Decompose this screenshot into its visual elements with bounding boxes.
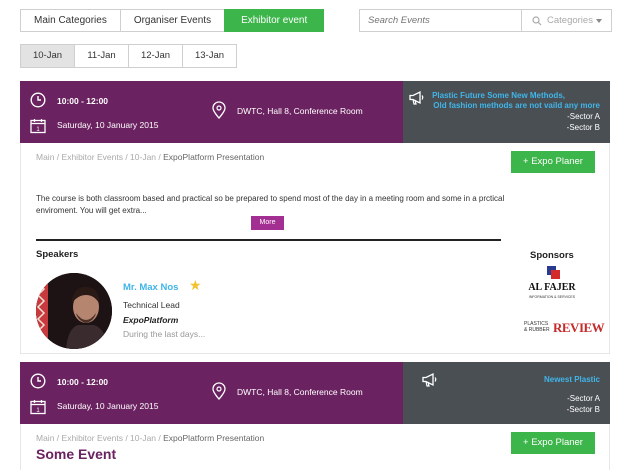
breadcrumb-day[interactable]: 10-Jan: [130, 152, 156, 162]
breadcrumb-exhibitor-events[interactable]: Exhibitor Events: [62, 152, 123, 162]
breadcrumb: Main / Exhibitor Events / 10-Jan / ExpoP…: [36, 152, 264, 162]
breadcrumb-separator: /: [122, 433, 131, 443]
sector-a: -Sector A: [567, 394, 600, 403]
more-button[interactable]: More: [251, 216, 284, 230]
event-title[interactable]: Some Event: [36, 446, 116, 462]
event-side-panel: Plastic Future Some New Methods, Old fas…: [403, 81, 610, 143]
speakers-heading: Speakers: [36, 249, 79, 260]
divider: [36, 239, 501, 241]
event-body: Main / Exhibitor Events / 10-Jan / ExpoP…: [20, 143, 610, 354]
breadcrumb-main[interactable]: Main: [36, 152, 54, 162]
event-header: 10:00 - 12:00 1 Saturday, 10 January 201…: [20, 362, 610, 424]
date-tab-11-jan[interactable]: 11-Jan: [74, 44, 129, 68]
sponsor-logo-al-fajer[interactable]: AL FAJER INFORMATION & SERVICES: [527, 266, 577, 302]
tab-organiser-events[interactable]: Organiser Events: [119, 9, 226, 32]
side-title-line-1: Plastic Future Some New Methods,: [432, 91, 565, 100]
event-location: DWTC, Hall 8, Conference Room: [237, 387, 363, 397]
breadcrumb-exhibitor-events[interactable]: Exhibitor Events: [62, 433, 123, 443]
breadcrumb: Main / Exhibitor Events / 10-Jan / ExpoP…: [36, 433, 264, 443]
tab-main-categories[interactable]: Main Categories: [20, 9, 121, 32]
breadcrumb-separator: /: [54, 152, 62, 162]
speaker-name[interactable]: Mr. Max Nos: [123, 282, 178, 293]
event-location: DWTC, Hall 8, Conference Room: [237, 106, 363, 116]
sponsor-name-line-2: & RUBBER: [524, 326, 550, 333]
megaphone-icon: [409, 90, 424, 105]
location-pin-icon: [212, 101, 226, 119]
breadcrumb-main[interactable]: Main: [36, 433, 54, 443]
breadcrumb-day[interactable]: 10-Jan: [130, 433, 156, 443]
location-pin-icon: [212, 382, 226, 400]
speaker-bio: During the last days...: [123, 329, 206, 339]
expo-planer-button[interactable]: + Expo Planer: [511, 432, 595, 454]
date-tab-13-jan[interactable]: 13-Jan: [182, 44, 237, 68]
breadcrumb-current: ExpoPlatform Presentation: [163, 152, 265, 162]
side-title-line-2: Old fashion methods are not vaild any mo…: [433, 101, 600, 110]
breadcrumb-current: ExpoPlatform Presentation: [163, 433, 265, 443]
megaphone-icon: [422, 372, 437, 387]
event-time: 10:00 - 12:00: [57, 377, 109, 387]
expo-planer-button[interactable]: + Expo Planer: [511, 151, 595, 173]
event-header: 10:00 - 12:00 1 Saturday, 10 January 201…: [20, 81, 610, 143]
event-date: Saturday, 10 January 2015: [57, 120, 159, 130]
event-description: The course is both classroom based and p…: [36, 194, 505, 215]
event-side-panel: Newest Plastic -Sector A -Sector B: [403, 362, 610, 424]
search-input[interactable]: [360, 10, 522, 31]
sector-b: -Sector B: [566, 123, 600, 132]
event-time: 10:00 - 12:00: [57, 96, 109, 106]
categories-label: Categories: [547, 15, 593, 26]
sector-b: -Sector B: [566, 405, 600, 414]
date-tab-12-jan[interactable]: 12-Jan: [128, 44, 183, 68]
avatar[interactable]: [36, 273, 112, 349]
sector-a: -Sector A: [567, 112, 600, 121]
speaker-role: Technical Lead: [123, 300, 180, 310]
date-tabs: 10-Jan 11-Jan 12-Jan 13-Jan: [20, 44, 237, 68]
speaker-organisation: ExpoPlatform: [123, 315, 179, 325]
sponsor-name-review: REVIEW: [553, 320, 605, 335]
date-tab-10-jan[interactable]: 10-Jan: [20, 44, 75, 68]
star-icon[interactable]: ★: [189, 277, 202, 294]
event-date: Saturday, 10 January 2015: [57, 401, 159, 411]
categories-select[interactable]: Categories: [522, 10, 611, 31]
breadcrumb-separator: /: [54, 433, 62, 443]
clock-icon: [30, 92, 46, 108]
search-icon: [532, 15, 542, 25]
category-tabs: Main Categories Organiser Events Exhibit…: [20, 9, 325, 32]
calendar-icon: 1: [30, 400, 46, 415]
chevron-down-icon: [596, 18, 602, 23]
sponsors-heading: Sponsors: [530, 250, 574, 261]
event-side-title[interactable]: Newest Plastic: [544, 375, 600, 385]
sponsor-name: AL FAJER: [528, 282, 576, 293]
clock-icon: [30, 373, 46, 389]
event-side-title[interactable]: Plastic Future Some New Methods, Old fas…: [432, 91, 600, 111]
tab-exhibitor-event[interactable]: Exhibitor event: [224, 9, 325, 32]
event-body: Main / Exhibitor Events / 10-Jan / ExpoP…: [20, 424, 610, 470]
sponsor-tagline: INFORMATION & SERVICES: [528, 295, 576, 299]
breadcrumb-separator: /: [122, 152, 131, 162]
calendar-icon: 1: [30, 119, 46, 134]
search-bar: Categories: [359, 9, 612, 32]
sponsor-logo-plastics-rubber-review[interactable]: PLASTICS & RUBBER REVIEW: [524, 318, 605, 338]
